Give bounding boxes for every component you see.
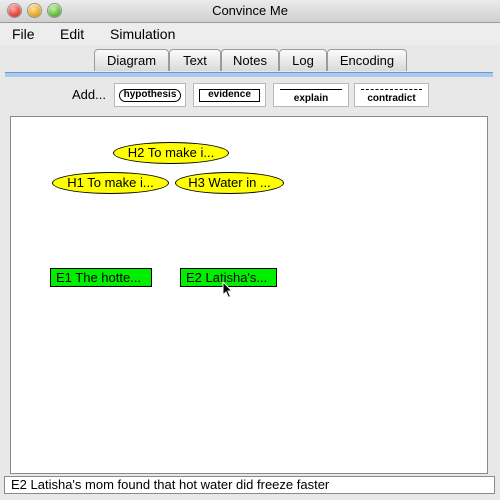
evidence-node-e1[interactable]: E1 The hotte... [50,268,152,287]
tab-diagram[interactable]: Diagram [94,49,169,71]
diagram-canvas[interactable]: H2 To make i... H1 To make i... H3 Water… [10,116,488,474]
explain-label: explain [293,93,329,104]
hypothesis-node-h2[interactable]: H2 To make i... [113,142,229,164]
add-hypothesis-button[interactable]: hypothesis [114,83,186,107]
add-explain-button[interactable]: explain [273,83,349,107]
tab-text[interactable]: Text [169,49,221,71]
add-contradict-button[interactable]: contradict [354,83,429,107]
explain-line-icon [280,89,342,90]
window-title: Convince Me [212,3,288,18]
tab-log[interactable]: Log [279,49,327,71]
menu-bar: File Edit Simulation [0,23,500,45]
menu-simulation[interactable]: Simulation [110,26,175,42]
tab-notes[interactable]: Notes [221,49,279,71]
add-toolbar: Add... hypothesis evidence explain contr… [5,77,493,113]
tab-strip: Diagram Text Notes Log Encoding [0,47,500,73]
mouse-pointer-icon [222,281,234,299]
contradict-dashed-line-icon [361,89,422,90]
hypothesis-label: hypothesis [119,89,181,102]
add-evidence-button[interactable]: evidence [193,83,266,107]
tab-encoding[interactable]: Encoding [327,49,407,71]
evidence-label: evidence [199,89,260,102]
menu-file[interactable]: File [12,26,35,42]
menu-edit[interactable]: Edit [60,26,84,42]
status-bar: E2 Latisha's mom found that hot water di… [4,476,495,494]
title-bar: Convince Me [0,0,500,23]
hypothesis-node-h1[interactable]: H1 To make i... [52,172,169,194]
contradict-label: contradict [367,93,416,104]
hypothesis-node-h3[interactable]: H3 Water in ... [175,172,284,194]
add-label: Add... [72,87,106,102]
